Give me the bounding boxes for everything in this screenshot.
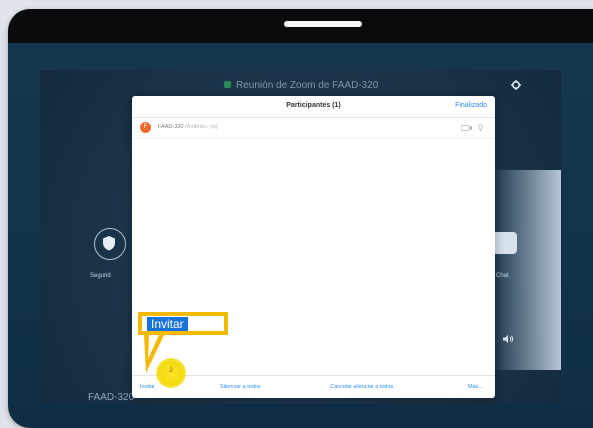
participant-name: FAAD-320 (Anfitrión, yo) <box>158 124 218 130</box>
step-marker: 2 <box>156 358 186 388</box>
tablet-topbar <box>8 9 593 43</box>
zoom-room-screen: Reunión de Zoom de FAAD-320 Segurid Chat… <box>40 70 561 404</box>
room-name-label: FAAD-320 <box>88 392 135 403</box>
done-button[interactable]: Finalizado <box>455 102 487 109</box>
meeting-title: Reunión de Zoom de FAAD-320 <box>224 80 378 91</box>
gear-icon[interactable] <box>511 80 521 90</box>
participants-panel: Participantes (1) Finalizado F FAAD-320 … <box>132 96 495 398</box>
invite-button[interactable]: Invitar <box>140 384 155 390</box>
participants-panel-header: Participantes (1) Finalizado <box>132 96 495 118</box>
meeting-status-dot <box>224 81 231 88</box>
participants-panel-footer: Invitar Silenciar a todos Cancelar silen… <box>132 375 495 398</box>
tablet-notch <box>284 21 362 27</box>
avatar: F <box>140 122 151 133</box>
callout-label: Invitar <box>147 317 188 331</box>
meeting-title-text: Reunión de Zoom de FAAD-320 <box>236 80 379 91</box>
microphone-icon <box>478 124 483 132</box>
step-number: 2 <box>169 368 173 374</box>
more-button[interactable]: Más... <box>468 384 483 390</box>
invite-callout: Invitar <box>138 312 228 335</box>
security-label: Segurid <box>90 273 111 279</box>
video-icon <box>461 125 472 131</box>
participant-role: (Anfitrión, yo) <box>184 124 218 130</box>
security-button[interactable] <box>94 228 126 260</box>
shield-icon <box>102 235 115 250</box>
tablet-frame: Reunión de Zoom de FAAD-320 Segurid Chat… <box>8 9 593 428</box>
participant-status-icons <box>461 124 483 132</box>
mute-all-button[interactable]: Silenciar a todos <box>220 384 261 390</box>
participant-name-text: FAAD-320 <box>158 124 184 130</box>
speaker-icon[interactable] <box>502 334 514 344</box>
chat-label: Chat <box>496 273 509 279</box>
participants-title: Participantes (1) <box>286 102 341 109</box>
unmute-all-button[interactable]: Cancelar silenciar a todos <box>330 384 393 390</box>
participant-row[interactable]: F FAAD-320 (Anfitrión, yo) <box>132 118 495 139</box>
